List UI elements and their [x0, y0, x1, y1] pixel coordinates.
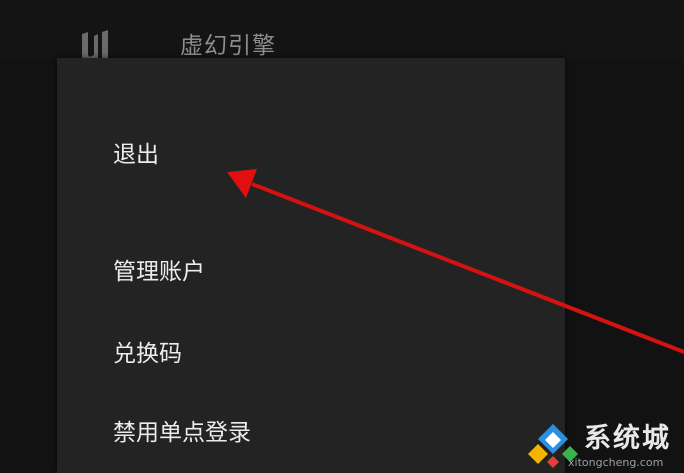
app-header: 虚幻引擎 [0, 0, 684, 60]
menu-item-disable-sso[interactable]: 禁用单点登录 [113, 418, 251, 448]
watermark-url: xitongcheng.com [568, 456, 664, 469]
watermark-brand: 系统城 [584, 423, 671, 454]
menu-item-sign-out[interactable]: 退出 [113, 140, 159, 170]
menu-item-redeem-code[interactable]: 兑换码 [113, 339, 182, 369]
menu-item-manage-account[interactable]: 管理账户 [113, 257, 205, 287]
watermark: 系统城 xitongcheng.com [528, 418, 684, 473]
account-dropdown-menu: 退出 管理账户 兑换码 禁用单点登录 [57, 58, 565, 473]
